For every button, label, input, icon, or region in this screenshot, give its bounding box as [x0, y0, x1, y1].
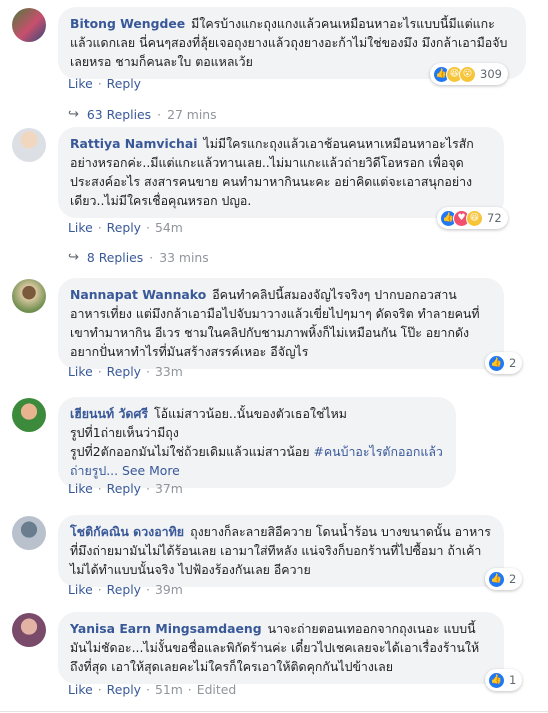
comment-bubble: เฮียนนท์ วัดศรี โอ้แม่สาวน้อย..นั้นของตัว… — [58, 397, 456, 488]
reply-link[interactable]: Reply — [107, 582, 141, 597]
avatar[interactable] — [12, 613, 46, 647]
comment-author[interactable]: Yanisa Earn Mingsamdaeng — [70, 621, 262, 636]
reply-link[interactable]: Reply — [107, 220, 141, 235]
view-replies-link[interactable]: ↪ 8 Replies · 33 mins — [68, 250, 209, 265]
reply-link[interactable]: Reply — [107, 481, 141, 496]
reaction-count: 2 — [509, 356, 517, 370]
separator: · — [145, 220, 150, 235]
like-icon: 👍 — [488, 671, 505, 689]
comment-time[interactable]: 51m — [155, 682, 183, 697]
reaction-summary[interactable]: 👍 2 — [485, 352, 523, 374]
like-link[interactable]: Like — [68, 481, 93, 496]
reaction-count: 1 — [509, 673, 517, 687]
separator: · — [97, 682, 102, 697]
separator: · — [97, 582, 102, 597]
divider — [0, 711, 548, 712]
separator: · — [97, 481, 102, 496]
reply-arrow-icon: ↪ — [68, 107, 79, 122]
separator: · — [145, 364, 150, 379]
comment-text-line: รูปที่2ตักออกมันไม่ใช่ถ้วยเดิมแล้วแม่สาว… — [70, 444, 314, 459]
reaction-summary[interactable]: 👍 2 — [485, 568, 523, 590]
reaction-summary[interactable]: 👍 ♥ 😆 72 — [437, 207, 508, 229]
comment-bubble: โชติกัคณิน ดวงอาทิย ถุงยางก็ละลายสิอีควาย… — [58, 515, 504, 587]
separator: · — [149, 250, 154, 265]
comment-time[interactable]: 39m — [155, 582, 183, 597]
replies-time: 33 mins — [159, 250, 209, 265]
comment-time[interactable]: 33m — [155, 364, 183, 379]
comment-author[interactable]: Rattiya Namvichai — [70, 136, 198, 151]
wow-icon: 😮 — [459, 65, 476, 83]
view-replies-link[interactable]: ↪ 63 Replies · 27 mins — [68, 107, 217, 122]
comment-author[interactable]: Bitong Wengdee — [70, 16, 185, 31]
comment-text: โอ้แม่สาวน้อย..นั้นของตัวเธอใช่ไหม — [154, 406, 347, 421]
comment-author[interactable]: Nannapat Wannako — [70, 287, 206, 302]
like-link[interactable]: Like — [68, 582, 93, 597]
comment-actions: Like · Reply · 51m · Edited — [68, 682, 236, 697]
replies-time: 27 mins — [167, 107, 217, 122]
like-link[interactable]: Like — [68, 364, 93, 379]
comment-bubble: Rattiya Namvichai ไม่มีใครแกะถุงแล้วเอาช้… — [58, 127, 504, 218]
reply-link[interactable]: Reply — [107, 76, 141, 91]
comment-actions: Like · Reply — [68, 76, 141, 91]
comment-author[interactable]: เฮียนนท์ วัดศรี — [70, 406, 148, 421]
reaction-summary[interactable]: 👍 1 — [485, 669, 523, 691]
avatar[interactable] — [12, 516, 46, 550]
like-link[interactable]: Like — [68, 682, 93, 697]
reaction-summary[interactable]: 👍 😆 😮 309 — [430, 63, 508, 85]
comment-actions: Like · Reply · 37m — [68, 481, 183, 496]
comment-time[interactable]: 54m — [155, 220, 183, 235]
reaction-count: 2 — [509, 572, 517, 586]
comment-actions: Like · Reply · 33m — [68, 364, 183, 379]
separator: · — [97, 220, 102, 235]
like-link[interactable]: Like — [68, 220, 93, 235]
replies-count: 8 Replies — [86, 250, 144, 265]
see-more-link[interactable]: See More — [122, 463, 180, 478]
edited-label: Edited — [196, 682, 237, 697]
comment-text-line: รูปที่1ถ่ายเห็นว่ามีถุง — [70, 425, 179, 440]
avatar[interactable] — [12, 128, 46, 162]
separator: · — [145, 582, 150, 597]
comment-author[interactable]: โชติกัคณิน ดวงอาทิย — [70, 524, 184, 539]
like-link[interactable]: Like — [68, 76, 93, 91]
replies-count: 63 Replies — [86, 107, 152, 122]
avatar[interactable] — [12, 8, 46, 42]
separator: · — [145, 682, 150, 697]
reply-arrow-icon: ↪ — [68, 250, 79, 265]
reaction-count: 72 — [487, 211, 502, 225]
reaction-count: 309 — [480, 67, 502, 81]
reply-link[interactable]: Reply — [107, 364, 141, 379]
like-icon: 👍 — [488, 354, 505, 372]
like-icon: 👍 — [488, 570, 505, 588]
avatar[interactable] — [12, 398, 46, 432]
separator: · — [157, 107, 162, 122]
avatar[interactable] — [12, 279, 46, 313]
haha-icon: 😆 — [466, 209, 483, 227]
comment-actions: Like · Reply · 54m — [68, 220, 183, 235]
separator: · — [145, 481, 150, 496]
comment-bubble: Nannapat Wannako อีคนทำคลิปนี้สมองจัญไรจร… — [58, 278, 504, 369]
comment-bubble: Yanisa Earn Mingsamdaeng นาจะถ่ายตอนเทออก… — [58, 612, 504, 684]
separator: · — [187, 682, 192, 697]
reply-link[interactable]: Reply — [107, 682, 141, 697]
separator: · — [97, 364, 102, 379]
comment-actions: Like · Reply · 39m — [68, 582, 183, 597]
separator: · — [97, 76, 102, 91]
comment-time[interactable]: 37m — [155, 481, 183, 496]
